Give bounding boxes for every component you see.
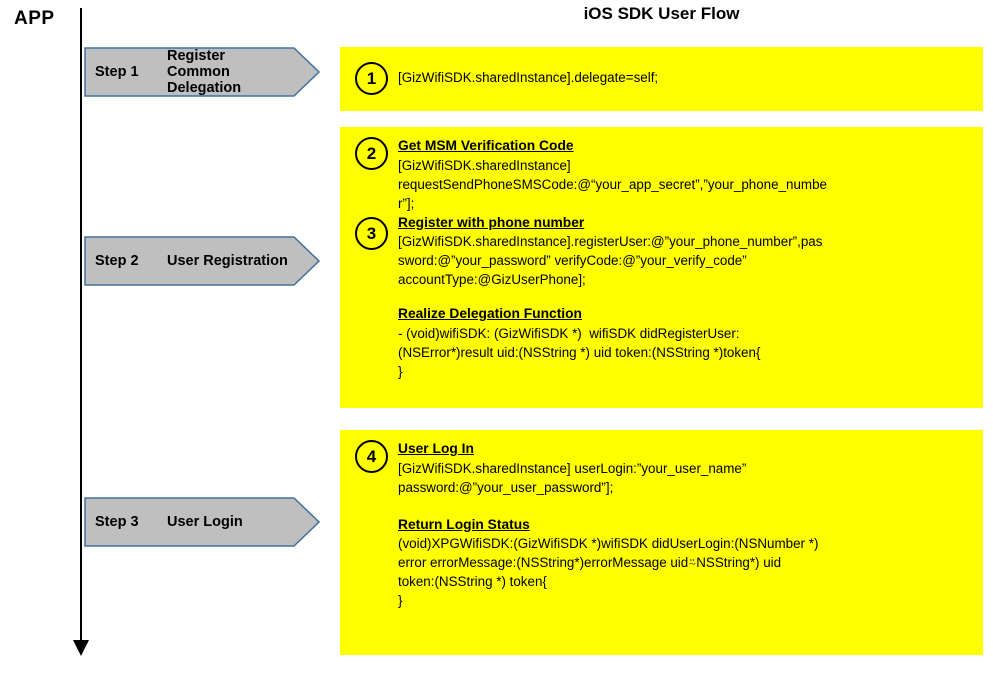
step-chevron-3-name: User Login — [167, 513, 243, 530]
app-lifeline — [80, 8, 82, 645]
code-panel-3-body: User Log In [GizWifiSDK.sharedInstance] … — [398, 439, 975, 610]
code-block-realize-delegation: Realize Delegation Function - (void)wifi… — [398, 304, 975, 381]
code-panel-2: 2 3 Get MSM Verification Code [GizWifiSD… — [340, 127, 983, 408]
step-chevron-2-name: User Registration — [167, 252, 288, 269]
step-badge-4: 4 — [355, 440, 388, 473]
code-line: [GizWifiSDK.sharedInstance] — [398, 157, 571, 173]
step-chevron-1-name: Register Common Delegation — [167, 47, 242, 97]
step-chevron-1-text: Step 1 Register Common Delegation — [84, 47, 289, 97]
app-lane-label: APP — [14, 8, 55, 29]
step-badge-3: 3 — [355, 217, 388, 250]
code-line: token:(NSString *) token{ — [398, 574, 547, 590]
code-line: } — [398, 363, 403, 379]
lifeline-arrow-icon — [73, 640, 89, 656]
code-panel-1-body: [GizWifiSDK.sharedInstance].delegate=sel… — [398, 68, 975, 87]
step-chevron-3-number: Step 3 — [95, 514, 139, 530]
diagram-canvas: APP iOS SDK User Flow Step 1 Register Co… — [0, 0, 993, 682]
code-line: } — [398, 593, 403, 609]
code-line: requestSendPhoneSMSCode:@“your_app_secre… — [398, 176, 827, 192]
code-line: - (void)wifiSDK: (GizWifiSDK *) wifiSDK … — [398, 325, 740, 341]
code-line: sword:@”your_password” verifyCode:@”your… — [398, 253, 747, 269]
code-block-user-login: User Log In [GizWifiSDK.sharedInstance] … — [398, 439, 975, 497]
code-line: [GizWifiSDK.sharedInstance].delegate=sel… — [398, 70, 659, 85]
code-line: [GizWifiSDK.sharedInstance] userLogin:”y… — [398, 460, 747, 476]
code-block-get-sms-code: Get MSM Verification Code [GizWifiSDK.sh… — [398, 136, 975, 213]
code-block-return-login-status: Return Login Status (void)XPGWifiSDK:(Gi… — [398, 515, 975, 611]
code-block-spacer — [398, 289, 975, 304]
code-panel-3: 4 User Log In [GizWifiSDK.sharedInstance… — [340, 430, 983, 655]
step-chevron-2-number: Step 2 — [95, 253, 139, 269]
code-block-heading: Realize Delegation Function — [398, 306, 582, 322]
code-block-heading: Register with phone number — [398, 214, 585, 230]
code-line: error errorMessage:(NSString*)errorMessa… — [398, 555, 782, 571]
code-line: (void)XPGWifiSDK:(GizWifiSDK *)wifiSDK d… — [398, 536, 819, 552]
step-badge-1: 1 — [355, 62, 388, 95]
step-badge-2: 2 — [355, 137, 388, 170]
code-panel-2-body: Get MSM Verification Code [GizWifiSDK.sh… — [398, 136, 975, 381]
step-chevron-3[interactable]: Step 3 User Login — [84, 497, 320, 547]
code-block-heading: User Log In — [398, 441, 474, 456]
step-chevron-3-text: Step 3 User Login — [84, 497, 289, 547]
code-line: accountType:@GizUserPhone]; — [398, 272, 586, 288]
step-chevron-1[interactable]: Step 1 Register Common Delegation — [84, 47, 320, 97]
code-block-register-phone: Register with phone number [GizWifiSDK.s… — [398, 213, 975, 290]
step-chevron-2-text: Step 2 User Registration — [84, 236, 289, 286]
code-line: (NSError*)result uid:(NSString *) uid to… — [398, 344, 761, 360]
code-block-heading: Get MSM Verification Code — [398, 138, 574, 153]
code-line: r”]; — [398, 195, 415, 211]
step-chevron-1-number: Step 1 — [95, 64, 139, 80]
code-block-spacer — [398, 497, 975, 515]
code-panel-1: 1 [GizWifiSDK.sharedInstance].delegate=s… — [340, 47, 983, 111]
code-block-heading: Return Login Status — [398, 516, 530, 532]
step-chevron-2[interactable]: Step 2 User Registration — [84, 236, 320, 286]
diagram-title: iOS SDK User Flow — [583, 4, 740, 23]
code-line: password:@”your_user_password”]; — [398, 479, 614, 495]
code-line: [GizWifiSDK.sharedInstance].registerUser… — [398, 234, 823, 250]
